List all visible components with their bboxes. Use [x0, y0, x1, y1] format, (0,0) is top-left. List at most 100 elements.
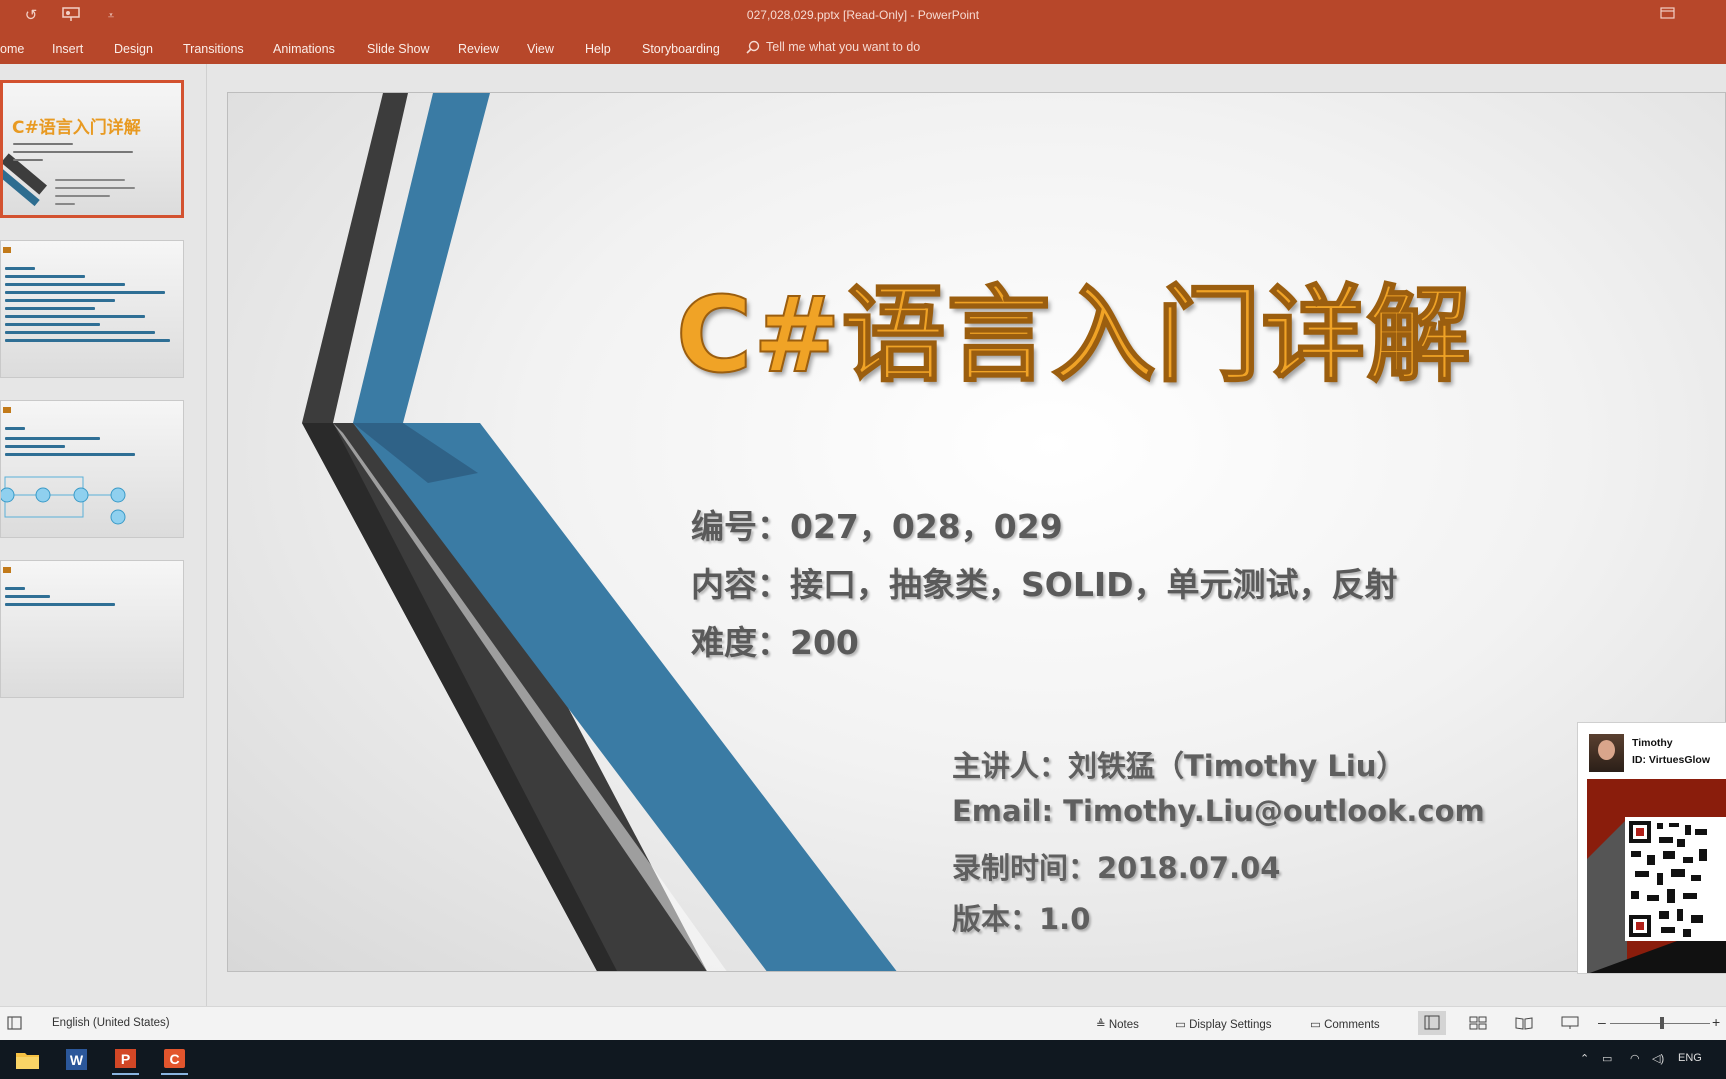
thumb-text-line	[5, 299, 115, 302]
thumb-text-line	[5, 283, 125, 286]
thumb-text-line	[55, 179, 125, 181]
thumb-heading	[3, 567, 11, 573]
thumb-text-line	[5, 427, 25, 430]
comments-label: Comments	[1324, 1019, 1380, 1031]
slide-thumbnail-1[interactable]: C#语言入门详解	[0, 80, 184, 218]
thumb-text-line	[5, 315, 145, 318]
normal-view-button[interactable]	[1418, 1011, 1446, 1035]
thumb-text-line	[55, 203, 75, 205]
zoom-slider-thumb[interactable]	[1660, 1017, 1664, 1029]
thumb-text-line	[5, 331, 155, 334]
word-icon[interactable]: W	[63, 1046, 90, 1073]
input-language[interactable]: ENG	[1678, 1052, 1702, 1064]
thumb-text-line	[5, 587, 25, 590]
slide-speaker[interactable]: 主讲人：刘铁猛（Timothy Liu）	[952, 743, 1405, 785]
ribbon-tabs: ome Insert Design Transitions Animations…	[0, 32, 1726, 64]
powerpoint-icon[interactable]: P	[112, 1046, 139, 1075]
thumb-diagram	[1, 476, 126, 525]
reading-view-icon[interactable]	[1515, 1016, 1533, 1030]
windows-taskbar: W P C ⌃ ▭ ◠ ◁) ENG	[0, 1040, 1726, 1079]
thumb-text-line	[5, 267, 35, 270]
accessibility-icon[interactable]	[6, 1016, 24, 1030]
slide-thumbnail-pane: C#语言入门详解	[0, 64, 200, 1006]
tab-storyboarding[interactable]: Storyboarding	[642, 42, 720, 56]
comment-icon: ▭	[1310, 1019, 1325, 1031]
tab-insert[interactable]: Insert	[52, 42, 83, 56]
overlay-id: ID: VirtuesGlow	[1632, 754, 1710, 766]
thumb-title: C#语言入门详解	[12, 118, 141, 138]
thumb-text-line	[55, 187, 135, 189]
qr-code-panel	[1587, 779, 1726, 973]
thumb-heading	[3, 407, 11, 413]
tab-design[interactable]: Design	[114, 42, 153, 56]
wifi-icon[interactable]: ◠	[1630, 1052, 1640, 1065]
display-settings-icon: ▭	[1175, 1019, 1190, 1031]
slide-sorter-icon[interactable]	[1469, 1016, 1487, 1030]
slide-canvas[interactable]: C#语言入门详解 编号：027，028，029 内容：接口，抽象类，SOLID，…	[227, 92, 1726, 972]
thumb-text-line	[13, 143, 73, 145]
tab-slide-show[interactable]: Slide Show	[367, 42, 430, 56]
thumb-text-line	[5, 445, 65, 448]
thumb-text-line	[5, 453, 135, 456]
thumb-text-line	[5, 291, 165, 294]
notes-icon: ≜	[1096, 1019, 1109, 1031]
camtasia-icon[interactable]: C	[161, 1046, 188, 1075]
qr-code-icon	[1587, 817, 1726, 973]
tab-review[interactable]: Review	[458, 42, 499, 56]
display-settings-label: Display Settings	[1189, 1019, 1272, 1031]
tell-me-label: Tell me what you want to do	[766, 40, 921, 54]
volume-icon[interactable]: ◁)	[1652, 1052, 1664, 1065]
title-bar: ↺ ⩡ 027,028,029.pptx [Read-Only] - Power…	[0, 0, 1726, 32]
avatar	[1589, 734, 1624, 772]
thumb-text-line	[5, 323, 100, 326]
notes-button[interactable]: ≜ Notes	[1096, 1017, 1139, 1031]
slide-thumbnail-3[interactable]	[0, 400, 184, 538]
tell-me-search[interactable]: Tell me what you want to do	[746, 40, 920, 54]
battery-icon[interactable]: ▭	[1602, 1052, 1612, 1065]
thumb-text-line	[5, 595, 50, 598]
slide-title[interactable]: C#语言入门详解	[675, 282, 1471, 388]
file-explorer-icon[interactable]	[14, 1046, 41, 1073]
tab-help[interactable]: Help	[585, 42, 611, 56]
slide-info-difficulty[interactable]: 难度：200	[691, 616, 859, 664]
svg-text:W: W	[70, 1052, 84, 1068]
show-hidden-icons-icon[interactable]: ⌃	[1580, 1052, 1589, 1065]
status-bar: English (United States) ≜ Notes ▭ Displa…	[0, 1006, 1726, 1040]
pane-divider[interactable]	[206, 64, 207, 1006]
slide-record-date[interactable]: 录制时间：2018.07.04	[952, 845, 1280, 887]
slide-show-icon[interactable]	[1561, 1016, 1579, 1030]
thumb-text-line	[5, 275, 85, 278]
slide-version[interactable]: 版本：1.0	[952, 896, 1090, 938]
language-indicator[interactable]: English (United States)	[52, 1017, 170, 1029]
tab-view[interactable]: View	[527, 42, 554, 56]
comments-button[interactable]: ▭ Comments	[1310, 1017, 1380, 1031]
zoom-out-icon[interactable]: –	[1598, 1014, 1606, 1030]
tab-animations[interactable]: Animations	[273, 42, 335, 56]
thumb-text-line	[13, 159, 43, 161]
thumb-text-line	[5, 339, 170, 342]
slide-info-number[interactable]: 编号：027，028，029	[691, 500, 1063, 548]
zoom-in-icon[interactable]: +	[1712, 1014, 1720, 1030]
window-title: 027,028,029.pptx [Read-Only] - PowerPoin…	[746, 8, 980, 22]
thumb-text-line	[5, 603, 115, 606]
overlay-name: Timothy	[1632, 737, 1673, 749]
thumb-text-line	[5, 307, 95, 310]
thumb-text-line	[55, 195, 110, 197]
lightbulb-search-icon	[746, 40, 760, 54]
ribbon-display-options-icon[interactable]	[1660, 6, 1676, 20]
thumb-heading	[3, 247, 11, 253]
normal-view-icon	[1424, 1015, 1440, 1030]
thumb-text-line	[5, 437, 100, 440]
tab-transitions[interactable]: Transitions	[183, 42, 244, 56]
notes-label: Notes	[1108, 1019, 1139, 1031]
slide-email[interactable]: Email: Timothy.Liu@outlook.com	[952, 794, 1485, 828]
svg-text:P: P	[121, 1051, 130, 1067]
slide-info-content[interactable]: 内容：接口，抽象类，SOLID，单元测试，反射	[691, 558, 1398, 606]
thumb-text-line	[13, 151, 133, 153]
slide-thumbnail-4[interactable]	[0, 560, 184, 698]
tab-home[interactable]: ome	[0, 42, 24, 56]
author-overlay-card: Timothy ID: VirtuesGlow	[1577, 722, 1726, 974]
svg-text:C: C	[169, 1051, 179, 1067]
display-settings-button[interactable]: ▭ Display Settings	[1175, 1017, 1272, 1031]
slide-thumbnail-2[interactable]	[0, 240, 184, 378]
